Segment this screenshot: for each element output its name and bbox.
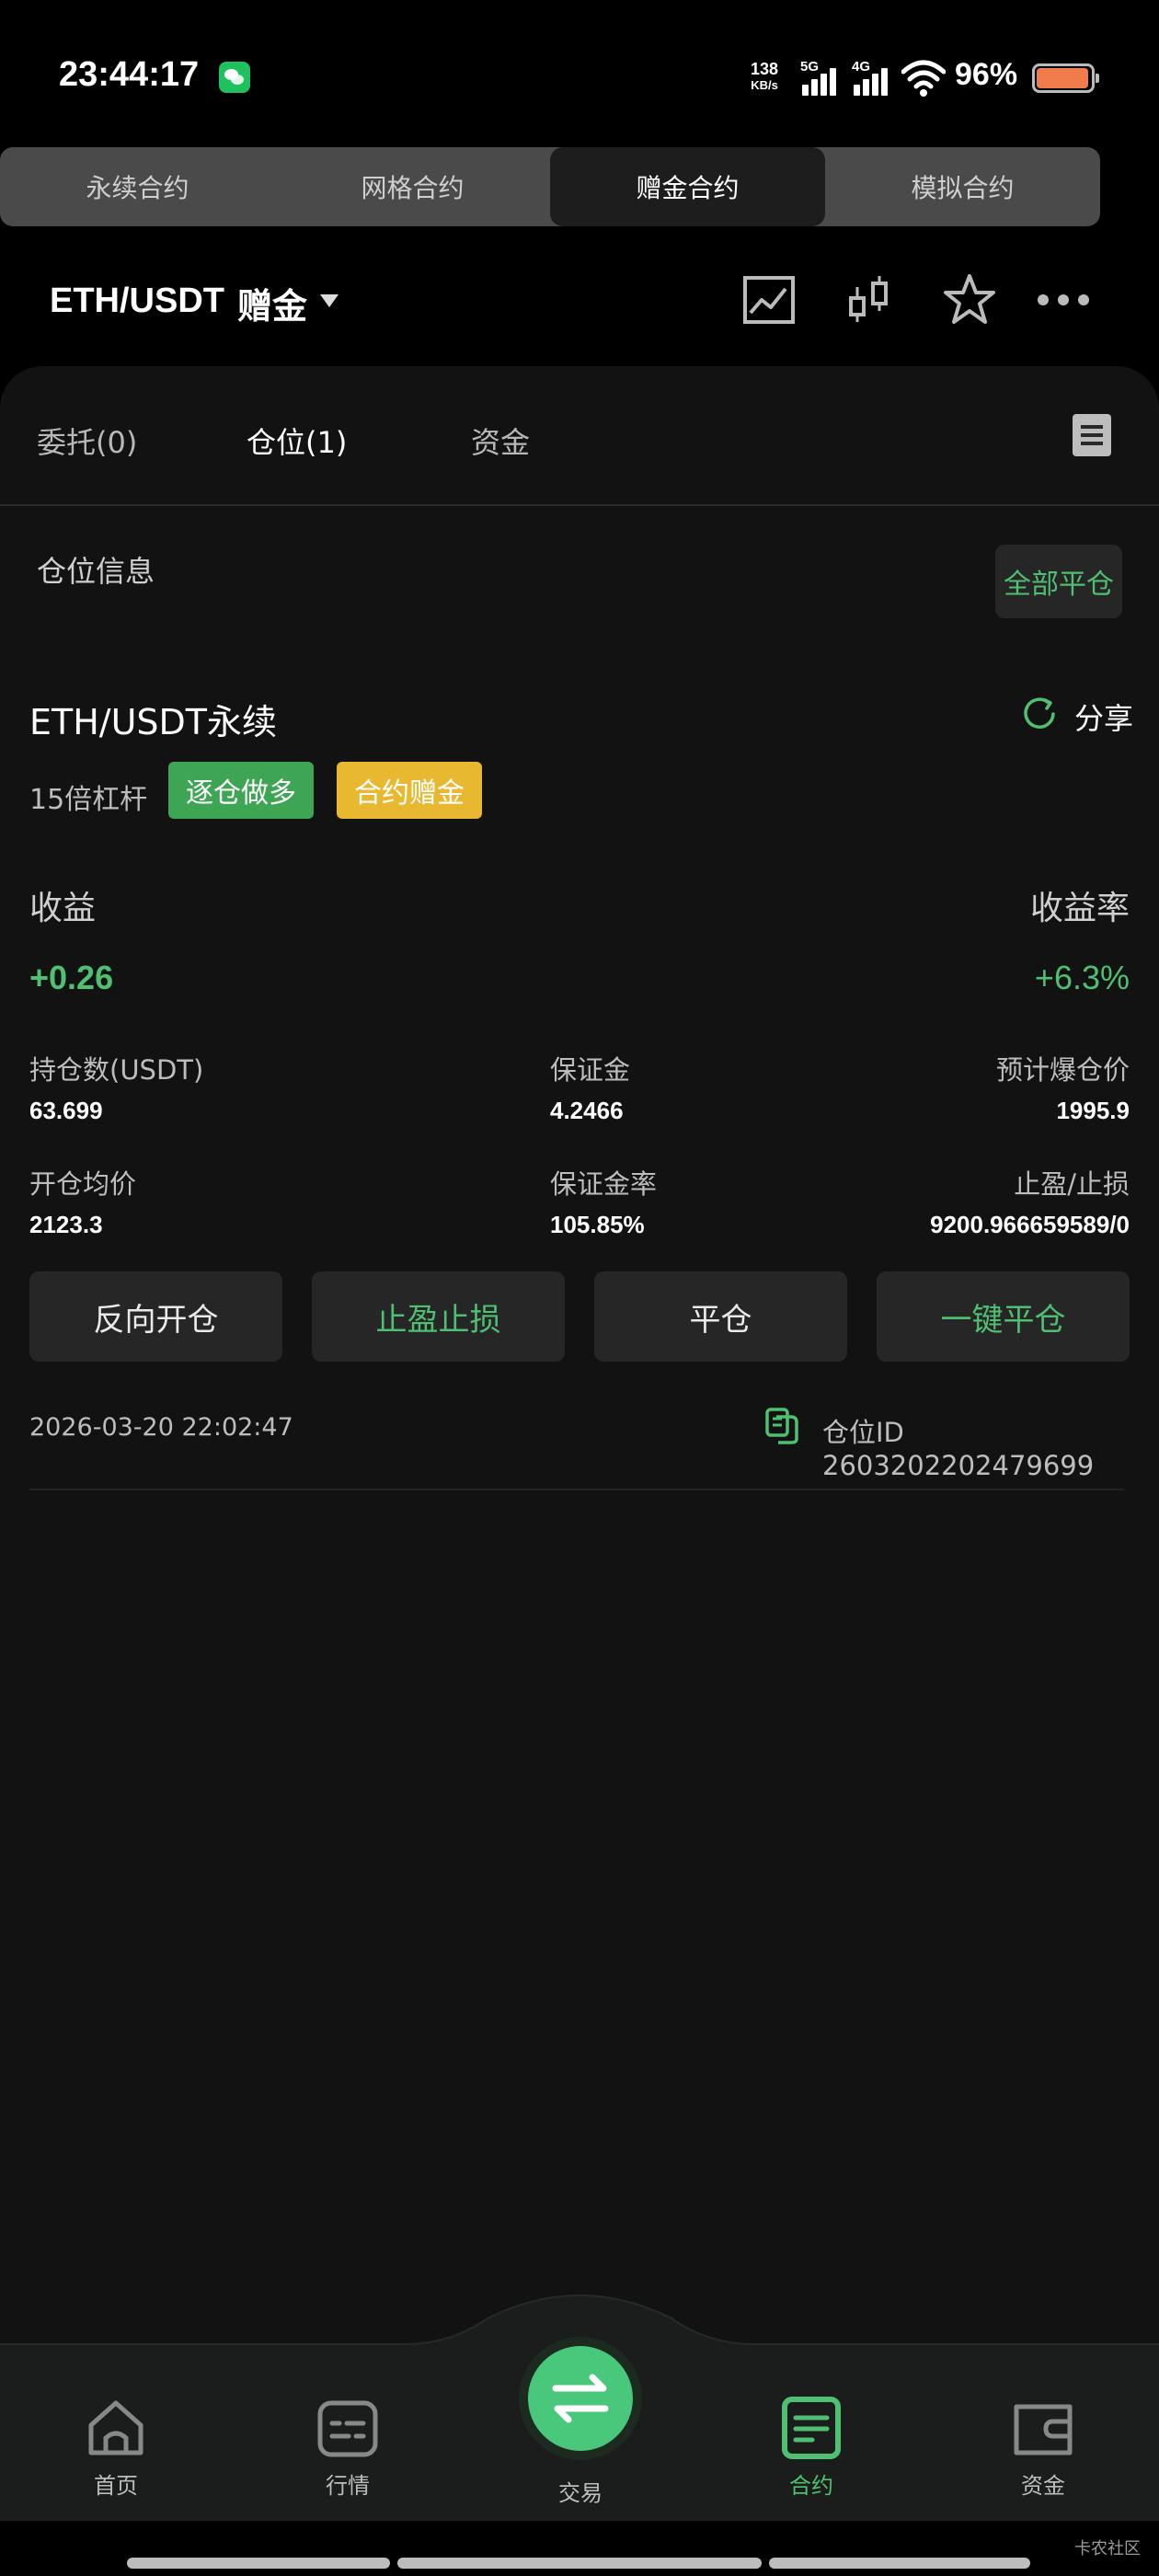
network-speed: 138 KB/s bbox=[745, 61, 784, 91]
gesture-bar-center[interactable] bbox=[397, 2558, 762, 2569]
position-title: ETH/USDT永续 bbox=[29, 702, 278, 742]
more-icon[interactable] bbox=[1034, 270, 1093, 329]
signal-4g-icon: 4G bbox=[852, 59, 896, 96]
tpsl-value: 9200.966659589/0 bbox=[930, 1211, 1130, 1238]
position-id: 仓位ID 2603202202479699 bbox=[822, 1417, 1095, 1481]
contract-icon bbox=[782, 2397, 841, 2459]
tab-perpetual[interactable]: 永续合约 bbox=[0, 147, 275, 226]
entry-price-value: 2123.3 bbox=[29, 1211, 103, 1238]
signal-4g-label: 4G bbox=[852, 59, 871, 75]
margin-ratio-value: 105.85% bbox=[550, 1211, 645, 1238]
entry-price-label: 开仓均价 bbox=[29, 1168, 137, 1200]
tab-positions[interactable]: 仓位(1) bbox=[247, 420, 347, 462]
share-button[interactable]: 分享 bbox=[1074, 696, 1133, 738]
liq-price-label: 预计爆仓价 bbox=[995, 1054, 1130, 1086]
size-value: 63.699 bbox=[29, 1097, 103, 1124]
market-icon bbox=[317, 2400, 378, 2457]
margin-value: 4.2466 bbox=[550, 1097, 624, 1124]
tab-grid[interactable]: 网格合约 bbox=[275, 147, 550, 226]
gesture-bar-right bbox=[769, 2558, 1030, 2569]
tab-bonus[interactable]: 赠金合约 bbox=[550, 147, 825, 226]
one-click-close-button[interactable]: 一键平仓 bbox=[877, 1271, 1130, 1362]
nav-market-label: 行情 bbox=[326, 2473, 370, 2499]
wechat-icon bbox=[219, 62, 250, 93]
tab-simulated[interactable]: 模拟合约 bbox=[825, 147, 1100, 226]
home-icon bbox=[88, 2400, 143, 2455]
star-icon[interactable] bbox=[940, 270, 999, 329]
divider bbox=[29, 1489, 1124, 1490]
roe-value: +6.3% bbox=[1034, 959, 1130, 996]
copy-icon[interactable] bbox=[763, 1406, 800, 1446]
margin-ratio-label: 保证金率 bbox=[550, 1168, 658, 1200]
nav-trade-label: 交易 bbox=[558, 2480, 602, 2506]
size-label: 持仓数(USDT) bbox=[29, 1054, 204, 1086]
tab-orders[interactable]: 委托(0) bbox=[37, 420, 137, 462]
swap-icon bbox=[552, 2374, 609, 2423]
nav-contract[interactable]: 合约 bbox=[756, 2396, 866, 2524]
list-icon[interactable] bbox=[1073, 414, 1111, 456]
battery-icon bbox=[1032, 63, 1099, 93]
close-position-button[interactable]: 平仓 bbox=[594, 1271, 847, 1362]
watermark: 卡农社区 bbox=[1074, 2539, 1141, 2559]
candlestick-icon[interactable] bbox=[839, 270, 898, 329]
roe-label: 收益率 bbox=[1029, 890, 1130, 927]
nav-trade[interactable] bbox=[528, 2346, 633, 2451]
pair-tag[interactable]: 赠金 bbox=[237, 278, 307, 328]
position-panel: 委托(0) 仓位(1) 资金 仓位信息 全部平仓 ETH/USDT永续 分享 1… bbox=[0, 366, 1159, 2344]
wallet-icon bbox=[1014, 2404, 1073, 2455]
gesture-bar-left bbox=[127, 2558, 390, 2569]
caret-down-icon[interactable] bbox=[320, 294, 339, 307]
battery-percent: 96% bbox=[955, 57, 1018, 92]
share-icon[interactable] bbox=[1021, 696, 1058, 732]
signal-5g-icon: 5G bbox=[800, 59, 844, 96]
battery-fill bbox=[1037, 68, 1088, 88]
section-title: 仓位信息 bbox=[37, 554, 155, 589]
reverse-open-button[interactable]: 反向开仓 bbox=[29, 1271, 282, 1362]
pair-name[interactable]: ETH/USDT bbox=[50, 282, 224, 321]
network-speed-unit: KB/s bbox=[751, 78, 778, 92]
nav-home[interactable]: 首页 bbox=[61, 2396, 171, 2524]
nav-contract-label: 合约 bbox=[789, 2473, 833, 2499]
nav-market[interactable]: 行情 bbox=[293, 2396, 403, 2524]
signal-5g-label: 5G bbox=[800, 59, 820, 75]
direction-badge: 逐仓做多 bbox=[168, 762, 314, 819]
order-sub-tabs: 委托(0) 仓位(1) 资金 bbox=[0, 366, 1159, 506]
bonus-badge: 合约赠金 bbox=[337, 762, 482, 819]
close-all-button[interactable]: 全部平仓 bbox=[995, 545, 1122, 618]
nav-home-label: 首页 bbox=[94, 2473, 138, 2499]
status-time: 23:44:17 bbox=[59, 55, 200, 94]
bottom-nav: 首页 行情 交易 合约 资金 bbox=[0, 2282, 1159, 2521]
pnl-value: +0.26 bbox=[29, 959, 114, 996]
open-time: 2026-03-20 22:02:47 bbox=[29, 1413, 293, 1442]
nav-wallet-label: 资金 bbox=[1021, 2473, 1065, 2499]
wifi-icon bbox=[901, 60, 946, 97]
liq-price-value: 1995.9 bbox=[1056, 1097, 1130, 1124]
margin-label: 保证金 bbox=[550, 1054, 631, 1086]
tpsl-label: 止盈/止损 bbox=[1014, 1168, 1130, 1200]
contract-type-tabs: 永续合约 网格合约 赠金合约 模拟合约 bbox=[0, 147, 1100, 226]
network-speed-value: 138 bbox=[750, 60, 779, 78]
pnl-label: 收益 bbox=[29, 890, 97, 927]
chart-line-icon[interactable] bbox=[740, 270, 798, 329]
pair-header: ETH/USDT 赠金 bbox=[0, 248, 1159, 359]
tp-sl-button[interactable]: 止盈止损 bbox=[312, 1271, 565, 1362]
nav-wallet[interactable]: 资金 bbox=[988, 2396, 1098, 2524]
tab-funds[interactable]: 资金 bbox=[471, 420, 530, 462]
leverage-label: 15倍杠杆 bbox=[29, 784, 148, 816]
status-bar: 23:44:17 138 KB/s 5G 4G 96% bbox=[0, 0, 1159, 147]
